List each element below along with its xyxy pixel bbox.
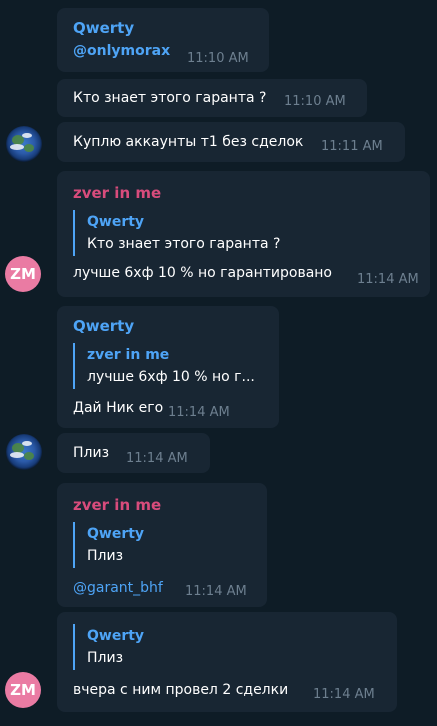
- avatar-cloud-shape: [10, 452, 24, 458]
- message-bubble[interactable]: Qwerty Плиз вчера с ним провел 2 сделки …: [57, 612, 397, 712]
- message-bubble[interactable]: Куплю аккаунты т1 без сделок 11:11 AM: [57, 122, 405, 162]
- reply-text: Кто знает этого гаранта ?: [87, 236, 281, 252]
- reply-text: Плиз: [87, 650, 124, 666]
- message-time: 11:10 AM: [187, 51, 249, 66]
- reply-sender-name: zver in me: [87, 347, 170, 363]
- reply-sender-name: Qwerty: [87, 526, 145, 542]
- reply-text: Плиз: [87, 548, 124, 564]
- message-text: Плиз: [73, 445, 110, 461]
- user-avatar[interactable]: ZM: [5, 256, 41, 292]
- avatar-cloud-shape: [10, 144, 24, 150]
- message-text: Дай Ник его: [73, 400, 164, 416]
- avatar-cloud-shape: [22, 133, 32, 138]
- mention-link[interactable]: @garant_bhf: [73, 580, 163, 596]
- avatar-land-shape: [24, 144, 34, 152]
- reply-quote[interactable]: zver in me лучше 6хф 10 % но г...: [73, 343, 268, 389]
- avatar-cloud-shape: [22, 441, 32, 446]
- message-bubble[interactable]: zver in me Qwerty Плиз @garant_bhf 11:14…: [57, 483, 267, 607]
- sender-name[interactable]: zver in me: [73, 496, 161, 514]
- message-time: 11:10 AM: [284, 94, 346, 109]
- reply-quote[interactable]: Qwerty Плиз: [73, 522, 243, 568]
- message-bubble[interactable]: Плиз 11:14 AM: [57, 433, 210, 473]
- user-avatar[interactable]: [6, 126, 42, 162]
- message-bubble[interactable]: zver in me Qwerty Кто знает этого гарант…: [57, 171, 430, 297]
- message-time: 11:11 AM: [321, 139, 383, 154]
- reply-quote[interactable]: Qwerty Кто знает этого гаранта ?: [73, 210, 323, 256]
- message-text: Куплю аккаунты т1 без сделок: [73, 134, 304, 150]
- message-time: 11:14 AM: [313, 687, 375, 702]
- reply-sender-name: Qwerty: [87, 628, 145, 644]
- message-time: 11:14 AM: [357, 272, 419, 287]
- message-text: вчера с ним провел 2 сделки: [73, 682, 289, 698]
- message-time: 11:14 AM: [168, 405, 230, 420]
- message-bubble[interactable]: Qwerty zver in me лучше 6хф 10 % но г...…: [57, 306, 279, 428]
- message-text: Кто знает этого гаранта ?: [73, 90, 267, 106]
- message-time: 11:14 AM: [185, 584, 247, 599]
- user-avatar[interactable]: ZM: [5, 672, 41, 708]
- reply-text: лучше 6хф 10 % но г...: [87, 369, 255, 385]
- sender-name[interactable]: Qwerty: [73, 19, 134, 37]
- reply-quote[interactable]: Qwerty Плиз: [73, 624, 323, 670]
- user-avatar[interactable]: [6, 434, 42, 470]
- message-bubble[interactable]: Кто знает этого гаранта ? 11:10 AM: [57, 79, 367, 117]
- sender-name[interactable]: Qwerty: [73, 317, 134, 335]
- reply-sender-name: Qwerty: [87, 214, 145, 230]
- message-time: 11:14 AM: [126, 451, 188, 466]
- message-text: лучше 6хф 10 % но гарантировано: [73, 265, 332, 281]
- sender-name[interactable]: zver in me: [73, 184, 161, 202]
- mention-link[interactable]: @onlymorax: [73, 43, 170, 59]
- avatar-land-shape: [24, 452, 34, 460]
- message-bubble[interactable]: Qwerty @onlymorax 11:10 AM: [57, 8, 269, 72]
